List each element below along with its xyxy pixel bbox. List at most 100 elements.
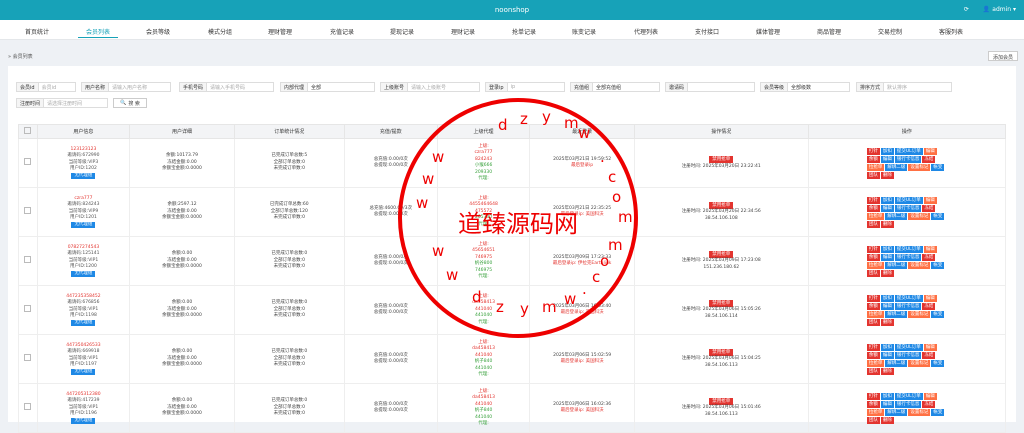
disable-order-badge[interactable]: 禁用抢单 (709, 156, 734, 163)
action-button[interactable]: 解绑二级 (885, 163, 908, 171)
action-button[interactable]: 编辑 (923, 196, 937, 204)
checkbox[interactable] (24, 353, 32, 361)
action-button[interactable]: 解绑二级 (885, 408, 908, 416)
action-button[interactable]: 设置标记 (908, 408, 931, 416)
action-button[interactable]: 编辑 (880, 253, 894, 261)
action-button[interactable]: 冻结 (922, 155, 936, 163)
action-button[interactable]: 打针 (866, 343, 880, 351)
disable-order-badge[interactable]: 禁用抢单 (709, 397, 734, 405)
action-button[interactable]: 提交UL订单 (894, 196, 923, 204)
action-button[interactable]: 团队 (866, 269, 880, 277)
action-button[interactable]: 拉抢单 (866, 359, 885, 367)
action-button[interactable]: 冻结 (922, 302, 936, 310)
checkbox[interactable] (24, 127, 32, 134)
action-button[interactable]: 编辑 (923, 245, 937, 253)
row-checkbox[interactable] (18, 187, 38, 237)
tab-6[interactable]: 提现记录 (372, 27, 432, 36)
action-button[interactable]: 拉抢单 (866, 261, 885, 269)
action-button[interactable]: 余额 (866, 400, 880, 408)
tab-5[interactable]: 充值记录 (312, 27, 372, 36)
row-checkbox[interactable] (18, 138, 38, 188)
tab-9[interactable]: 账变记录 (554, 27, 614, 36)
refresh-icon[interactable]: ⟳ (964, 6, 969, 13)
action-button[interactable]: 加扣 (880, 196, 894, 204)
action-button[interactable]: 帐变 (931, 359, 945, 367)
action-button[interactable]: 删除 (880, 269, 894, 277)
action-button[interactable]: 加扣 (880, 147, 894, 155)
action-button[interactable]: 解绑二级 (885, 310, 908, 318)
action-button[interactable]: 余额 (866, 351, 880, 359)
checkbox[interactable] (24, 206, 32, 214)
disable-order-badge[interactable]: 禁用抢单 (709, 201, 734, 209)
tab-2[interactable]: 会员等级 (128, 27, 188, 36)
tab-13[interactable]: 商品管理 (799, 27, 859, 36)
action-button[interactable]: 编辑 (880, 204, 894, 212)
action-button[interactable]: 加扣 (880, 392, 894, 400)
action-button[interactable]: 打针 (866, 294, 880, 302)
action-button[interactable]: 拉抢单 (866, 212, 885, 220)
action-button[interactable]: 编辑 (880, 302, 894, 310)
action-button[interactable]: 提交UL订单 (894, 343, 923, 351)
action-button[interactable]: 银行卡信息 (894, 302, 922, 310)
action-button[interactable]: 解绑二级 (885, 261, 908, 269)
action-button[interactable]: 解绑二级 (885, 212, 908, 220)
filter-10[interactable]: 注册时间 请选择注册时间 (16, 98, 108, 108)
action-button[interactable]: 提交UL订单 (894, 147, 923, 155)
filter-0[interactable]: 会员id 会员id (16, 82, 76, 92)
tab-0[interactable]: 首页统计 (7, 27, 67, 36)
action-button[interactable]: 银行卡信息 (894, 253, 922, 261)
action-button[interactable]: 编辑 (880, 155, 894, 163)
action-button[interactable]: 提交UL订单 (894, 392, 923, 400)
filter-7[interactable]: 邀请码 (665, 82, 755, 92)
filter-3[interactable]: 内部代理 全部 (280, 82, 375, 92)
filter-5[interactable]: 登录ip ip (485, 82, 565, 92)
action-button[interactable]: 设置标记 (908, 359, 931, 367)
checkbox[interactable] (24, 157, 32, 165)
select-all[interactable] (18, 124, 38, 139)
action-button[interactable]: 删除 (880, 171, 894, 179)
action-button[interactable]: 帐变 (931, 261, 945, 269)
filter-1[interactable]: 用户名称 请输入用户名称 (81, 82, 171, 92)
tab-10[interactable]: 代理列表 (616, 27, 676, 36)
action-button[interactable]: 银行卡信息 (894, 400, 922, 408)
action-button[interactable]: 余额 (866, 155, 880, 163)
action-button[interactable]: 银行卡信息 (894, 155, 922, 163)
action-button[interactable]: 拉抢单 (866, 310, 885, 318)
add-member-button[interactable]: 添加会员 (987, 51, 1018, 61)
action-button[interactable]: 打针 (866, 147, 880, 155)
search-button[interactable]: 🔍 搜 索 (113, 98, 147, 108)
action-button[interactable]: 编辑 (923, 147, 937, 155)
filter-8[interactable]: 会员等级 全部级数 (760, 82, 850, 92)
action-button[interactable]: 团队 (866, 416, 880, 424)
action-button[interactable]: 银行卡信息 (894, 351, 922, 359)
row-checkbox[interactable] (18, 334, 38, 384)
tab-15[interactable]: 客服列表 (921, 27, 981, 36)
action-button[interactable]: 团队 (866, 171, 880, 179)
action-button[interactable]: 设置标记 (908, 163, 931, 171)
action-button[interactable]: 帐变 (931, 408, 945, 416)
action-button[interactable]: 加扣 (880, 343, 894, 351)
action-button[interactable]: 冻结 (922, 351, 936, 359)
row-checkbox[interactable] (18, 383, 38, 433)
disable-order-badge[interactable]: 禁用抢单 (709, 250, 734, 258)
action-button[interactable]: 帐变 (931, 212, 945, 220)
tab-8[interactable]: 抢单记录 (494, 27, 554, 36)
action-button[interactable]: 冻结 (922, 204, 936, 212)
action-button[interactable]: 解绑二级 (885, 359, 908, 367)
action-button[interactable]: 团队 (866, 367, 880, 375)
row-checkbox[interactable] (18, 285, 38, 335)
tab-14[interactable]: 交易控制 (860, 27, 920, 36)
action-button[interactable]: 余额 (866, 204, 880, 212)
action-button[interactable]: 删除 (880, 220, 894, 228)
action-button[interactable]: 银行卡信息 (894, 204, 922, 212)
action-button[interactable]: 团队 (866, 318, 880, 326)
tab-4[interactable]: 理财管理 (250, 27, 310, 36)
action-button[interactable]: 拉抢单 (866, 408, 885, 416)
filter-6[interactable]: 充值组 全部充值组 (570, 82, 660, 92)
action-button[interactable]: 提交UL订单 (894, 245, 923, 253)
action-button[interactable]: 帐变 (931, 163, 945, 171)
user-menu[interactable]: 👤 admin ▾ (983, 6, 1016, 13)
filter-4[interactable]: 上级账号 请输入上级账号 (380, 82, 480, 92)
action-button[interactable]: 提交UL订单 (894, 294, 923, 302)
action-button[interactable]: 删除 (880, 367, 894, 375)
